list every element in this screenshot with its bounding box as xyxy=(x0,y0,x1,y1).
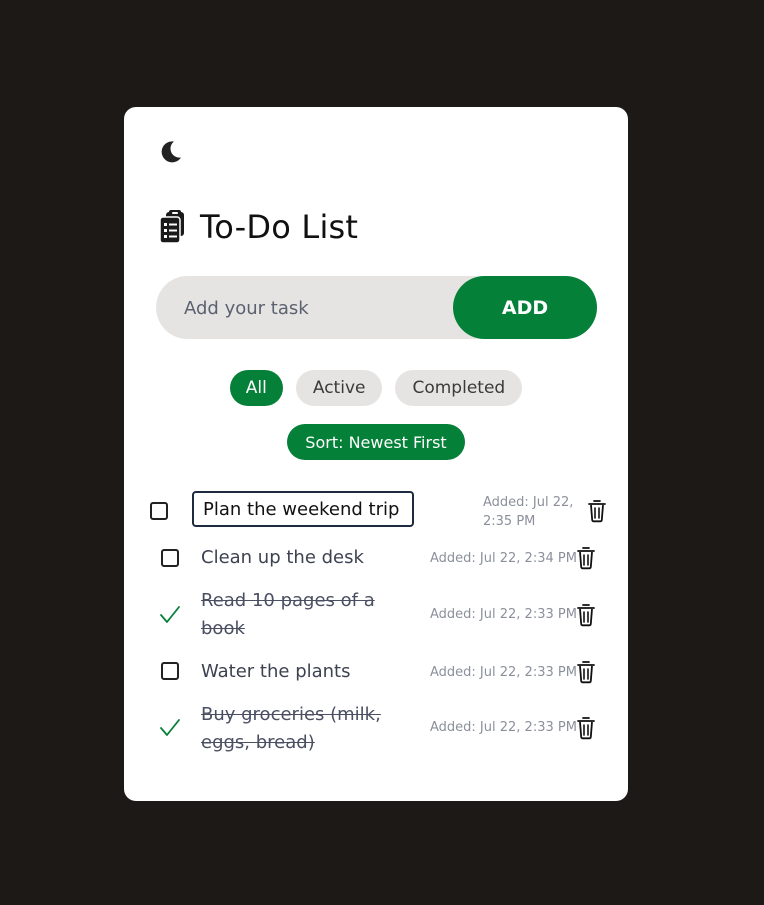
filter-all[interactable]: All xyxy=(229,370,283,406)
task-date: Added: Jul 22, 2:33 PM xyxy=(430,720,577,735)
check-icon[interactable] xyxy=(159,604,181,626)
task-text[interactable]: Buy groceries (milk, eggs, bread) xyxy=(201,701,391,757)
task-item: Added: Jul 22, 2:35 PM xyxy=(124,491,628,531)
filter-completed[interactable]: Completed xyxy=(395,370,523,406)
task-date: Added: Jul 22, 2:35 PM xyxy=(483,495,574,529)
task-text[interactable]: Read 10 pages of a book xyxy=(201,587,391,643)
title-text: To-Do List xyxy=(200,208,359,246)
clipboard-icon xyxy=(159,210,184,244)
task-item: Clean up the desk Added: Jul 22, 2:34 PM xyxy=(124,544,628,572)
filter-group: All Active Completed xyxy=(124,370,628,406)
check-icon[interactable] xyxy=(159,717,181,739)
trash-icon[interactable] xyxy=(576,660,596,684)
trash-icon[interactable] xyxy=(576,546,596,570)
task-checkbox[interactable] xyxy=(161,549,179,567)
task-checkbox[interactable] xyxy=(161,662,179,680)
moon-icon[interactable] xyxy=(157,138,183,164)
task-date: Added: Jul 22, 2:34 PM xyxy=(430,551,577,566)
trash-icon[interactable] xyxy=(587,499,607,523)
sort-row: Sort: Newest First xyxy=(124,424,628,460)
task-input[interactable] xyxy=(182,276,446,341)
task-checkbox[interactable] xyxy=(150,502,168,520)
task-date: Added: Jul 22, 2:33 PM xyxy=(430,607,577,622)
add-task-bar: ADD xyxy=(156,276,597,341)
task-item: Buy groceries (milk, eggs, bread) Added:… xyxy=(124,701,628,757)
task-text[interactable]: Water the plants xyxy=(201,658,391,686)
filter-active[interactable]: Active xyxy=(295,370,383,406)
task-text[interactable]: Clean up the desk xyxy=(201,544,391,572)
add-button[interactable]: ADD xyxy=(453,276,597,339)
task-item: Water the plants Added: Jul 22, 2:33 PM xyxy=(124,658,628,686)
trash-icon[interactable] xyxy=(576,716,596,740)
task-date: Added: Jul 22, 2:33 PM xyxy=(430,665,577,680)
page-title: To-Do List xyxy=(158,205,358,249)
sort-button[interactable]: Sort: Newest First xyxy=(287,424,465,460)
todo-card: To-Do List ADD All Active Completed Sort… xyxy=(124,107,628,801)
trash-icon[interactable] xyxy=(576,603,596,627)
task-edit-input[interactable] xyxy=(192,491,414,527)
task-item: Read 10 pages of a book Added: Jul 22, 2… xyxy=(124,587,628,643)
